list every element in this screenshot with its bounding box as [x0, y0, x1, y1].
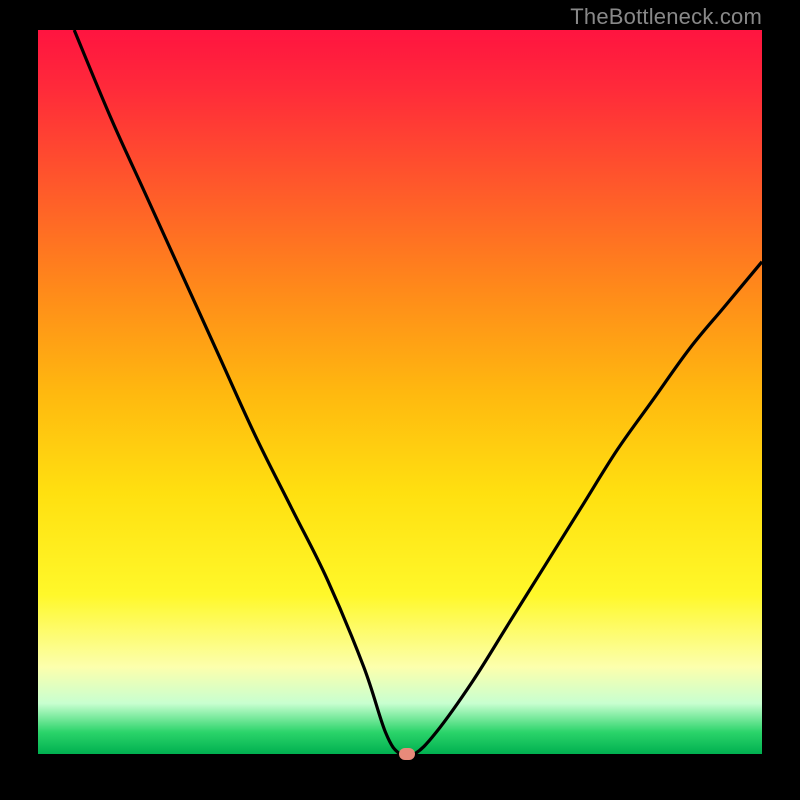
curve-path — [74, 30, 762, 754]
watermark-text: TheBottleneck.com — [570, 4, 762, 30]
plot-area — [38, 30, 762, 754]
chart-frame: TheBottleneck.com — [0, 0, 800, 800]
optimal-point-marker — [399, 748, 415, 760]
bottleneck-curve — [38, 30, 762, 754]
